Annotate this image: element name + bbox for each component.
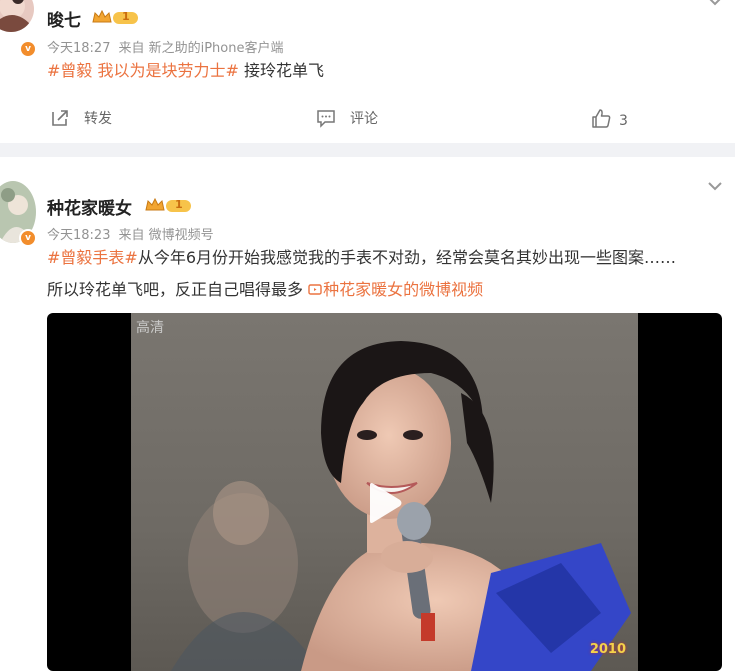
video-link-label: 种花家暖女的微博视频 — [323, 280, 484, 299]
level-badge: 1 — [92, 9, 140, 26]
post-meta: 今天18:27 来自 新之助的iPhone客户端 — [47, 37, 291, 56]
post-card-1: v 晙七 1 今天18:27 来自 新之助的iPhone客户端 #曾毅 我以为是块… — [0, 0, 735, 143]
post-time[interactable]: 今天18:23 — [47, 228, 110, 243]
post-source: 来自 新之助的iPhone客户端 — [118, 41, 284, 56]
post-text: #曾毅手表#从今年6月份开始我感觉我的手表不对劲，经常会莫名其妙出现一些图案……… — [47, 242, 687, 306]
verified-badge: v — [19, 40, 37, 58]
like-icon — [592, 109, 611, 128]
hd-label: 高清 — [136, 320, 164, 336]
video-link[interactable]: 种花家暖女的微博视频 — [308, 280, 483, 299]
video-player[interactable]: 高清 2010 — [47, 313, 722, 671]
post-time[interactable]: 今天18:27 — [47, 41, 110, 56]
post-card-2: v 种花家暖女 1 今天18:23 来自 微博视频号 #曾毅手表#从今年6月份开始… — [0, 157, 735, 671]
post-text: #曾毅 我以为是块劳力士# 接玲花单飞 — [47, 55, 324, 87]
comment-icon — [317, 110, 335, 128]
username[interactable]: 种花家暖女 — [47, 194, 132, 219]
chevron-down-icon[interactable] — [707, 0, 723, 6]
post-meta: 今天18:23 来自 微博视频号 — [47, 224, 222, 243]
post-source: 来自 微博视频号 — [118, 228, 214, 243]
post-body: 接玲花单飞 — [238, 61, 324, 80]
like-button[interactable]: 3 — [591, 108, 634, 129]
chevron-down-icon[interactable] — [707, 181, 723, 191]
hashtag-link[interactable]: #曾毅手表# — [47, 248, 138, 267]
username[interactable]: 晙七 — [47, 6, 81, 31]
repost-button[interactable]: 转发 — [50, 108, 112, 128]
like-count: 3 — [619, 112, 628, 129]
crown-icon — [145, 197, 191, 212]
level-number: 1 — [122, 10, 130, 23]
verified-badge: v — [19, 229, 37, 247]
post-separator — [0, 143, 735, 157]
level-badge: 1 — [145, 197, 193, 214]
level-number: 1 — [175, 198, 183, 211]
repost-label: 转发 — [84, 111, 112, 127]
play-icon[interactable] — [364, 481, 404, 525]
channel-logo: 2010 — [589, 642, 626, 657]
repost-icon — [52, 110, 68, 126]
comment-label: 评论 — [350, 111, 378, 127]
crown-icon — [92, 9, 138, 24]
comment-button[interactable]: 评论 — [316, 108, 378, 128]
avatar[interactable] — [0, 0, 34, 32]
hashtag-link[interactable]: #曾毅 我以为是块劳力士# — [47, 61, 239, 80]
video-link-icon — [308, 284, 322, 295]
